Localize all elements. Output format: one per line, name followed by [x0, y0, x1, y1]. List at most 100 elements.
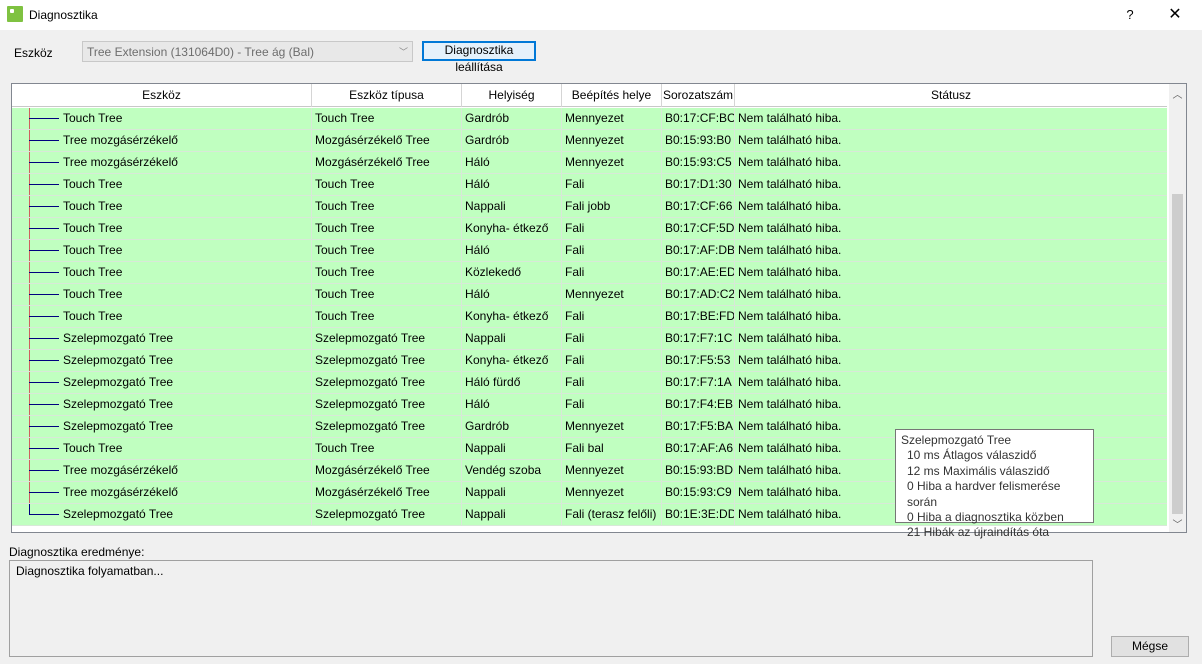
status-cell: Nem található hiba.	[738, 199, 842, 213]
device-name-cell: Szelepmozgató Tree	[12, 394, 312, 415]
status-cell: Nem található hiba.	[738, 111, 842, 125]
location-cell: Nappali	[462, 438, 562, 459]
device-tooltip: Szelepmozgató Tree 10 ms Átlagos válaszi…	[895, 429, 1094, 539]
result-textarea[interactable]: Diagnosztika folyamatban...	[9, 560, 1093, 657]
status-cell: Nem található hiba.	[738, 309, 842, 323]
table-row[interactable]: Szelepmozgató Tree Szelepmozgató Tree Háló…	[12, 372, 1167, 394]
scroll-up-icon[interactable]: ︿	[1169, 86, 1186, 101]
serial-cell: B0:17:F4:EB	[662, 394, 735, 415]
status-cell: Nem található hiba.	[738, 331, 842, 345]
window-title: Diagnosztika	[29, 8, 98, 22]
tree-branch-icon	[29, 272, 59, 273]
tree-branch-icon	[29, 448, 59, 449]
device-type-cell: Szelepmozgató Tree	[312, 416, 462, 437]
device-type-cell: Mozgásérzékelő Tree	[312, 152, 462, 173]
device-name-cell: Tree mozgásérzékelő	[12, 460, 312, 481]
placement-cell: Fali	[562, 372, 662, 393]
device-name-cell: Touch Tree	[12, 108, 312, 129]
device-type-cell: Touch Tree	[312, 438, 462, 459]
close-button[interactable]: ✕	[1160, 0, 1190, 30]
table-row[interactable]: Szelepmozgató Tree Szelepmozgató Tree Napp…	[12, 328, 1167, 350]
device-name-label: Touch Tree	[63, 221, 123, 235]
placement-cell: Fali	[562, 350, 662, 371]
table-row[interactable]: Szelepmozgató Tree Szelepmozgató Tree Háló…	[12, 394, 1167, 416]
header-status[interactable]: Státusz	[735, 84, 1167, 107]
serial-cell: B0:15:93:BD	[662, 460, 735, 481]
device-name-cell: Touch Tree	[12, 218, 312, 239]
serial-cell: B0:17:D1:30	[662, 174, 735, 195]
device-select-value: Tree Extension (131064D0) - Tree ág (Bal…	[87, 45, 314, 59]
placement-cell: Mennyezet	[562, 482, 662, 503]
table-row[interactable]: Touch Tree Touch Tree Közlekedő Fali B0:17:A…	[12, 262, 1167, 284]
help-button[interactable]: ?	[1115, 0, 1145, 30]
device-label: Eszköz	[14, 46, 53, 60]
scroll-down-icon[interactable]: ﹀	[1169, 516, 1186, 531]
tree-branch-icon	[29, 294, 59, 295]
table-row[interactable]: Tree mozgásérzékelő Mozgásérzékelő Tree Ga…	[12, 130, 1167, 152]
device-name-cell: Touch Tree	[12, 240, 312, 261]
location-cell: Háló	[462, 240, 562, 261]
device-type-cell: Touch Tree	[312, 240, 462, 261]
table-row[interactable]: Touch Tree Touch Tree Konyha- étkező Fali B0…	[12, 306, 1167, 328]
device-name-cell: Szelepmozgató Tree	[12, 504, 312, 525]
vertical-scrollbar[interactable]: ︿ ﹀	[1169, 84, 1186, 532]
tree-branch-icon	[29, 514, 59, 515]
table-row[interactable]: Touch Tree Touch Tree Gardrób Mennyezet B0:1…	[12, 108, 1167, 130]
table-row[interactable]: Tree mozgásérzékelő Mozgásérzékelő Tree Há…	[12, 152, 1167, 174]
header-serial[interactable]: Sorozatszám	[662, 84, 735, 107]
device-name-cell: Touch Tree	[12, 174, 312, 195]
placement-cell: Fali	[562, 394, 662, 415]
table-row[interactable]: Touch Tree Touch Tree Nappali Fali jobb B0:1…	[12, 196, 1167, 218]
device-type-cell: Mozgásérzékelő Tree	[312, 130, 462, 151]
device-type-cell: Szelepmozgató Tree	[312, 394, 462, 415]
header-device[interactable]: Eszköz	[12, 84, 312, 107]
location-cell: Háló	[462, 174, 562, 195]
stop-diagnostics-button[interactable]: Diagnosztika leállítása	[422, 41, 536, 74]
location-cell: Konyha- étkező	[462, 350, 562, 371]
device-name-label: Touch Tree	[63, 243, 123, 257]
header-placement[interactable]: Beépítés helye	[562, 84, 662, 107]
placement-cell: Fali jobb	[562, 196, 662, 217]
tree-branch-icon	[29, 228, 59, 229]
location-cell: Konyha- étkező	[462, 218, 562, 239]
table-row[interactable]: Touch Tree Touch Tree Háló Fali B0:17:AF:DB N…	[12, 240, 1167, 262]
status-cell: Nem található hiba.	[738, 155, 842, 169]
header-device-type[interactable]: Eszköz típusa	[312, 84, 462, 107]
status-cell: Nem található hiba.	[738, 243, 842, 257]
device-name-label: Touch Tree	[63, 177, 123, 191]
tooltip-title: Szelepmozgató Tree	[901, 433, 1012, 447]
placement-cell: Mennyezet	[562, 130, 662, 151]
location-cell: Háló	[462, 284, 562, 305]
location-cell: Háló	[462, 394, 562, 415]
device-select[interactable]: Tree Extension (131064D0) - Tree ág (Bal…	[82, 41, 413, 62]
tree-branch-icon	[29, 118, 59, 119]
table-row[interactable]: Touch Tree Touch Tree Háló Fali B0:17:D1:30 N…	[12, 174, 1167, 196]
serial-cell: B0:17:CF:5D	[662, 218, 735, 239]
table-row[interactable]: Touch Tree Touch Tree Háló Mennyezet B0:17:A…	[12, 284, 1167, 306]
device-type-cell: Szelepmozgató Tree	[312, 350, 462, 371]
table-row[interactable]: Szelepmozgató Tree Szelepmozgató Tree Kony…	[12, 350, 1167, 372]
placement-cell: Fali	[562, 328, 662, 349]
status-cell: Nem található hiba.	[738, 265, 842, 279]
device-type-cell: Touch Tree	[312, 284, 462, 305]
cancel-button[interactable]: Mégse	[1111, 636, 1189, 657]
header-location[interactable]: Helyiség	[462, 84, 562, 107]
serial-cell: B0:1E:3E:DD	[662, 504, 735, 525]
placement-cell: Fali	[562, 306, 662, 327]
device-type-cell: Szelepmozgató Tree	[312, 328, 462, 349]
device-name-label: Szelepmozgató Tree	[63, 331, 174, 345]
device-type-cell: Touch Tree	[312, 262, 462, 283]
status-cell: Nem található hiba.	[738, 133, 842, 147]
tree-branch-icon	[29, 316, 59, 317]
scrollbar-thumb[interactable]	[1172, 194, 1183, 514]
serial-cell: B0:15:93:C5	[662, 152, 735, 173]
serial-cell: B0:17:CF:BC	[662, 108, 735, 129]
serial-cell: B0:17:AD:C2	[662, 284, 735, 305]
tree-branch-icon	[29, 382, 59, 383]
device-name-label: Touch Tree	[63, 111, 123, 125]
title-bar: Diagnosztika ? ✕	[0, 0, 1202, 30]
device-type-cell: Szelepmozgató Tree	[312, 372, 462, 393]
table-row[interactable]: Touch Tree Touch Tree Konyha- étkező Fali B0…	[12, 218, 1167, 240]
tree-branch-icon	[29, 426, 59, 427]
location-cell: Konyha- étkező	[462, 306, 562, 327]
